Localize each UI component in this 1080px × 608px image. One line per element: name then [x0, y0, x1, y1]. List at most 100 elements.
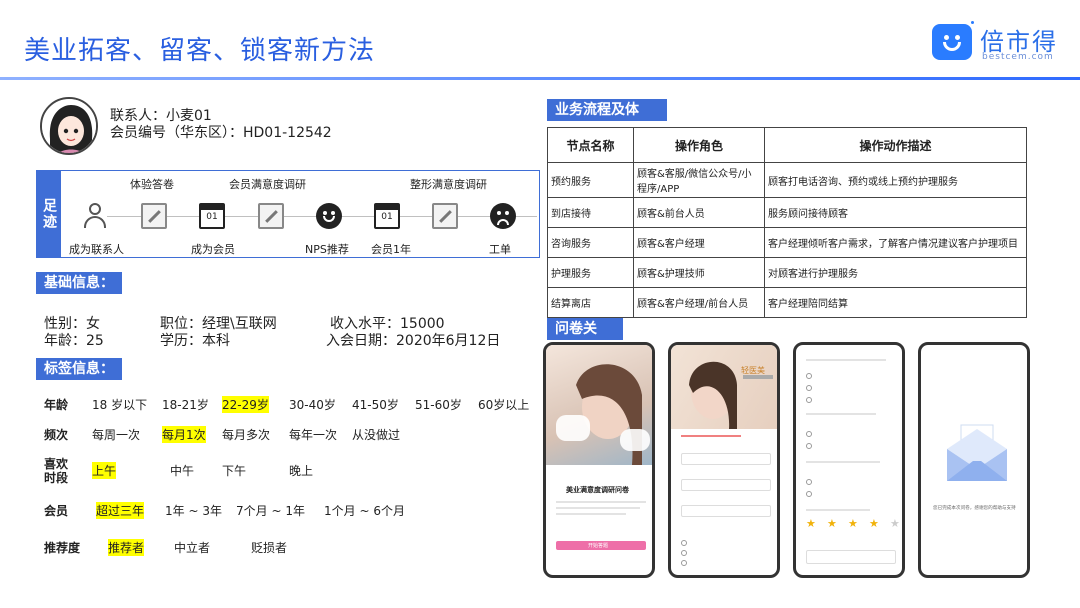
tag-option[interactable]: 60岁以上 — [478, 396, 529, 413]
radio-option[interactable] — [806, 443, 812, 449]
star-icon[interactable]: ★ — [848, 517, 858, 530]
member-id: 会员编号（华东区）：HD01-12542 — [110, 125, 332, 141]
tag-option-selected[interactable]: 推荐者 — [108, 539, 145, 556]
tag-option[interactable]: 1个月 ~ 6个月 — [324, 502, 405, 519]
table-header: 操作角色 — [633, 127, 765, 163]
table-header: 节点名称 — [547, 127, 634, 163]
phone-survey-intro[interactable]: 美业满意度调研问卷 开始答题 — [543, 342, 655, 578]
tag-option[interactable]: 从没做过 — [352, 426, 400, 443]
tag-option[interactable]: 1年 ~ 3年 — [165, 502, 222, 519]
radio-option[interactable] — [806, 397, 812, 403]
table-cell: 顾客&客户经理/前台人员 — [633, 287, 765, 318]
edit-icon[interactable] — [258, 203, 284, 229]
smile-face-icon — [316, 203, 342, 229]
star-icon[interactable]: ★ — [869, 517, 879, 530]
contact-name: 联系人：小麦01 — [110, 108, 212, 124]
text-input[interactable] — [681, 453, 771, 465]
radio-option[interactable] — [681, 560, 687, 566]
radio-option[interactable] — [806, 385, 812, 391]
table-row: 护理服务 顾客&护理技师 对顾客进行护理服务 — [547, 257, 1027, 288]
calendar-icon: 01 — [374, 203, 400, 229]
start-survey-button[interactable]: 开始答题 — [556, 541, 646, 550]
envelope-icon — [947, 424, 1007, 481]
tag-option-selected[interactable]: 超过三年 — [96, 502, 145, 519]
table-cell: 顾客&护理技师 — [633, 257, 765, 288]
logo-subtext: bestcem.com — [982, 52, 1054, 62]
completion-text: 您已完成本次问卷，感谢您的帮助与支持 — [933, 506, 1016, 511]
radio-option[interactable] — [681, 550, 687, 556]
table-cell: 到店接待 — [547, 197, 634, 228]
brand-logo: 倍市得 bestcem.com — [932, 19, 1062, 66]
join-date-field: 入会日期：2020年6月12日 — [326, 333, 501, 349]
survey-title: 美业满意度调研问卷 — [566, 486, 629, 494]
phone-survey-complete[interactable]: 您已完成本次问卷，感谢您的帮助与支持 — [918, 342, 1030, 578]
page-title: 美业拓客、留客、锁客新方法 — [24, 36, 376, 66]
radio-option[interactable] — [806, 373, 812, 379]
radio-option[interactable] — [806, 431, 812, 437]
process-tag: 业务流程及体系： — [547, 99, 667, 140]
tag-row-label: 年龄 — [44, 398, 69, 412]
star-icon[interactable]: ★ — [806, 517, 816, 530]
tag-option[interactable]: 51-60岁 — [415, 396, 462, 413]
phone-survey-questions[interactable]: ★ ★ ★ ★ ★ — [793, 342, 905, 578]
edit-icon[interactable] — [432, 203, 458, 229]
radio-option[interactable] — [806, 479, 812, 485]
contact-info: 联系人：小麦01 会员编号（华东区）：HD01-12542 — [110, 108, 332, 142]
tag-row-label: 喜欢时段 — [44, 457, 69, 485]
tag-option[interactable]: 下午 — [222, 462, 246, 479]
tag-option[interactable]: 贬损者 — [251, 539, 287, 556]
tag-option-selected[interactable]: 每月1次 — [162, 426, 206, 443]
tag-row-label: 推荐度 — [44, 541, 81, 555]
beauty-photo: 轻医美 — [671, 345, 777, 429]
header-divider — [0, 77, 1080, 80]
timeline-bottom-label: 工单 — [489, 243, 511, 256]
person-icon — [82, 203, 108, 229]
education-field: 学历：本科 — [160, 333, 230, 349]
text-input[interactable] — [806, 550, 896, 564]
table-row: 咨询服务 顾客&客户经理 客户经理倾听客户需求，了解客户情况建议客户护理项目 — [547, 227, 1027, 258]
tag-info-tag: 标签信息： — [36, 358, 122, 380]
tag-option[interactable]: 每月多次 — [222, 426, 270, 443]
table-cell: 顾客&客服/微信公众号/小程序/APP — [633, 162, 765, 198]
tag-option[interactable]: 18 岁以下 — [92, 396, 147, 413]
timeline-bottom-label: NPS推荐 — [305, 243, 349, 256]
table-cell: 对顾客进行护理服务 — [764, 257, 1027, 288]
table-header-row: 节点名称 操作角色 操作动作描述 — [547, 127, 1027, 163]
tag-row-label: 会员 — [44, 504, 69, 518]
tag-option[interactable]: 中午 — [170, 462, 194, 479]
tag-option[interactable]: 每年一次 — [289, 426, 337, 443]
tag-option[interactable]: 中立者 — [174, 539, 210, 556]
facial-photo — [546, 345, 652, 465]
star-icon[interactable]: ★ — [890, 517, 900, 530]
tag-option[interactable]: 18-21岁 — [162, 396, 209, 413]
calendar-icon: 01 — [199, 203, 225, 229]
text-input[interactable] — [681, 505, 771, 517]
tag-option[interactable]: 每周一次 — [92, 426, 140, 443]
age-field: 年龄：25 — [44, 333, 104, 349]
table-row: 结算离店 顾客&客户经理/前台人员 客户经理陪同结算 — [547, 287, 1027, 318]
tag-option[interactable]: 晚上 — [289, 462, 313, 479]
tag-option-selected[interactable]: 22-29岁 — [222, 396, 269, 413]
table-cell: 预约服务 — [547, 162, 634, 198]
radio-option[interactable] — [681, 540, 687, 546]
tag-option-selected[interactable]: 上午 — [92, 462, 117, 479]
table-cell: 护理服务 — [547, 257, 634, 288]
tag-option[interactable]: 41-50岁 — [352, 396, 399, 413]
radio-option[interactable] — [806, 491, 812, 497]
text-input[interactable] — [681, 479, 771, 491]
table-cell: 客户经理倾听客户需求，了解客户情况建议客户护理项目 — [764, 227, 1027, 258]
survey-tag: 问卷关联： — [547, 318, 623, 359]
timeline-bottom-label: 成为联系人 — [69, 243, 124, 256]
phone-survey-form[interactable]: 轻医美 — [668, 342, 780, 578]
table-cell: 咨询服务 — [547, 227, 634, 258]
avatar — [40, 97, 98, 155]
footprint-side-label: 足迹 — [37, 171, 61, 257]
tag-option[interactable]: 7个月 ~ 1年 — [236, 502, 305, 519]
table-cell: 顾客&前台人员 — [633, 197, 765, 228]
edit-icon[interactable] — [141, 203, 167, 229]
star-icon[interactable]: ★ — [827, 517, 837, 530]
header: 美业拓客、留客、锁客新方法 倍市得 bestcem.com — [0, 0, 1080, 80]
tag-option[interactable]: 30-40岁 — [289, 396, 336, 413]
process-table: 节点名称 操作角色 操作动作描述 预约服务 顾客&客服/微信公众号/小程序/AP… — [547, 127, 1027, 318]
timeline-top-label: 整形满意度调研 — [410, 178, 487, 191]
